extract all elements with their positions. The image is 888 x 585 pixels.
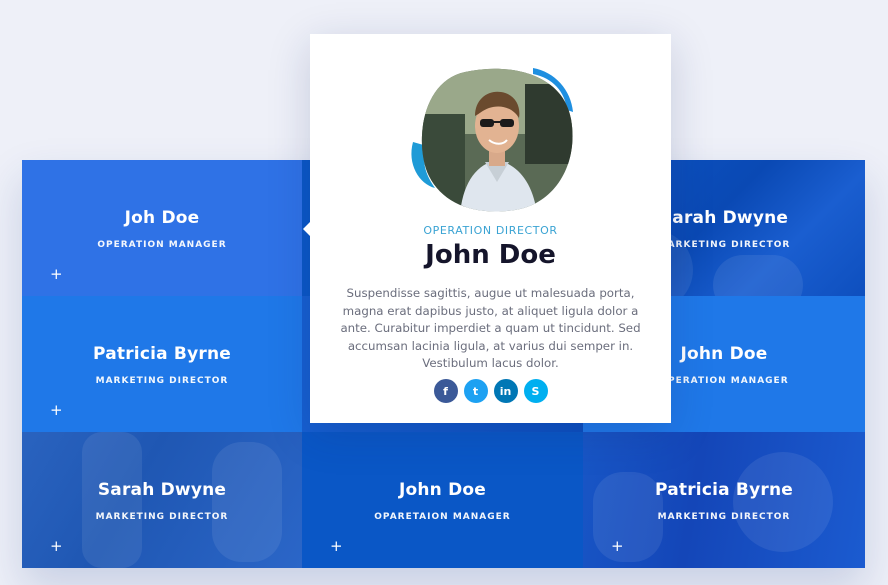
member-role: MARKETING DIRECTOR xyxy=(95,512,229,522)
member-name: Patricia Byrne xyxy=(655,480,793,500)
member-name: John Doe xyxy=(398,480,487,500)
facebook-icon[interactable]: f xyxy=(433,379,458,403)
twitter-icon[interactable]: t xyxy=(463,379,488,403)
member-name: Patricia Byrne xyxy=(93,344,231,364)
member-name: Joh Doe xyxy=(124,208,200,228)
card-photo-background xyxy=(22,432,302,568)
featured-role: OPERATION DIRECTOR xyxy=(423,224,558,237)
linkedin-icon[interactable]: in xyxy=(493,379,518,403)
featured-name: John Doe xyxy=(425,240,556,270)
member-role: OPERATION MANAGER xyxy=(97,240,227,250)
member-role: OPARETAION MANAGER xyxy=(374,512,511,522)
photo-shape xyxy=(733,452,833,552)
member-role: MARKETING DIRECTOR xyxy=(95,376,229,386)
card-background xyxy=(22,296,302,432)
member-role: MARKETING DIRECTOR xyxy=(657,512,791,522)
team-card-patricia-byrne-bottom[interactable]: Patricia Byrne MARKETING DIRECTOR + xyxy=(583,432,865,568)
expand-plus-icon[interactable]: + xyxy=(50,539,63,554)
featured-description: Suspendisse sagittis, augue ut malesuada… xyxy=(340,286,641,371)
card-background xyxy=(302,432,583,568)
social-links: f t in S xyxy=(310,379,671,403)
expand-plus-icon[interactable]: + xyxy=(611,539,624,554)
card-background xyxy=(22,160,302,296)
photo-shape xyxy=(82,432,142,568)
team-card-patricia-byrne[interactable]: Patricia Byrne MARKETING DIRECTOR + xyxy=(22,296,302,432)
team-card-joh-doe[interactable]: Joh Doe OPERATION MANAGER + xyxy=(22,160,302,296)
skype-icon[interactable]: S xyxy=(523,379,548,403)
expand-plus-icon[interactable]: + xyxy=(50,403,63,418)
card-pointer-arrow xyxy=(303,222,310,236)
photo-shape xyxy=(713,255,803,296)
member-avatar xyxy=(405,64,577,214)
team-card-sarah-dwyne-bottom[interactable]: Sarah Dwyne MARKETING DIRECTOR + xyxy=(22,432,302,568)
member-name: Sarah Dwyne xyxy=(97,480,227,500)
card-photo-background xyxy=(583,432,865,568)
team-card-john-doe-bottom[interactable]: John Doe OPARETAION MANAGER + xyxy=(302,432,583,568)
avatar-photo-icon xyxy=(411,68,573,212)
photo-shape xyxy=(212,442,282,562)
featured-member-card: OPERATION DIRECTOR John Doe Suspendisse … xyxy=(303,34,671,423)
expand-plus-icon[interactable]: + xyxy=(50,267,63,282)
expand-plus-icon[interactable]: + xyxy=(330,539,343,554)
